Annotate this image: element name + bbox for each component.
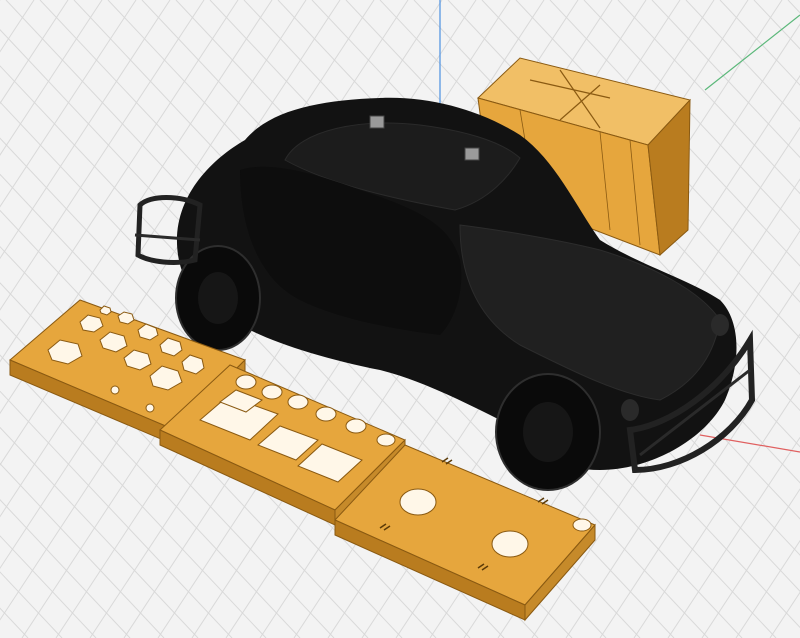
3d-viewport[interactable]: [0, 0, 800, 638]
y-axis: [704, 14, 800, 91]
grid-line: [735, 539, 800, 638]
grid-line: [753, 0, 800, 50]
scene-canvas[interactable]: [0, 0, 800, 638]
grid-line: [0, 607, 29, 638]
grid-line: [787, 0, 800, 14]
grid-line: [0, 571, 63, 638]
grid-line: [769, 591, 800, 638]
